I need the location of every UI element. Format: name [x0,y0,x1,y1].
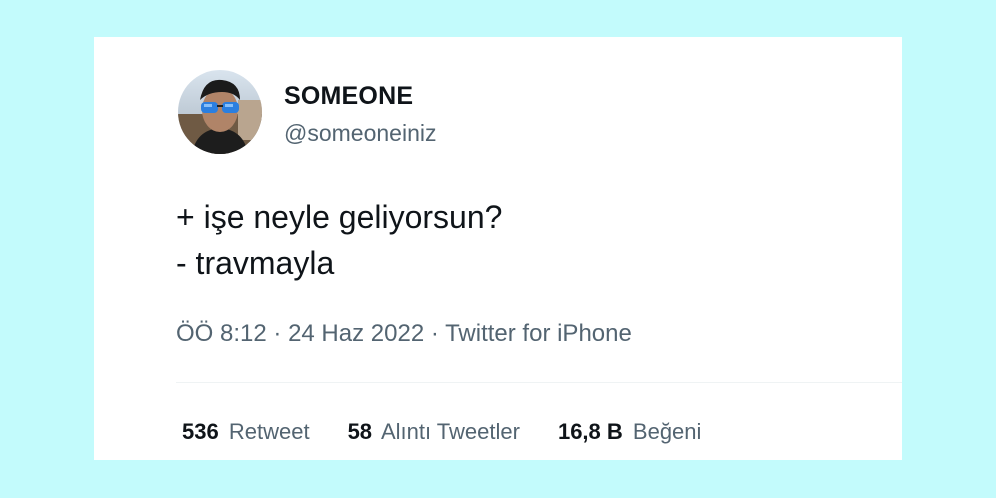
like-count: 16,8 B [557,419,623,444]
like-stat[interactable]: 16,8 B Beğeni [558,419,701,445]
tweet-text-line: - travmayla [176,245,335,281]
tweet-meta: ÖÖ 8:12 · 24 Haz 2022 · Twitter for iPho… [176,320,632,348]
tweet-stats: 536 Retweet 58 Alıntı Tweetler 16,8 B Be… [182,419,701,445]
retweet-stat[interactable]: 536 Retweet [182,419,310,445]
tweet-text-line: + işe neyle geliyorsun? [176,199,503,235]
avatar-image [178,70,262,154]
author-handle[interactable]: @someoneiniz [284,120,436,147]
author-name[interactable]: SOMEONE [284,82,413,111]
quote-tweet-count: 58 [347,419,373,444]
divider [176,382,902,383]
tweet-time[interactable]: ÖÖ 8:12 [176,320,267,347]
like-label: Beğeni [632,419,702,444]
tweet-card: SOMEONE @someoneiniz + işe neyle geliyor… [94,37,902,460]
meta-separator: · [430,320,439,347]
meta-separator: · [273,320,282,347]
quote-tweet-label: Alıntı Tweetler [380,419,520,444]
quote-tweet-stat[interactable]: 58 Alıntı Tweetler [348,419,520,445]
tweet-source[interactable]: Twitter for iPhone [445,320,632,347]
avatar[interactable] [178,70,262,154]
tweet-date[interactable]: 24 Haz 2022 [288,320,424,347]
tweet-text: + işe neyle geliyorsun? - travmayla [176,194,502,286]
retweet-label: Retweet [228,419,310,444]
retweet-count: 536 [182,419,219,444]
